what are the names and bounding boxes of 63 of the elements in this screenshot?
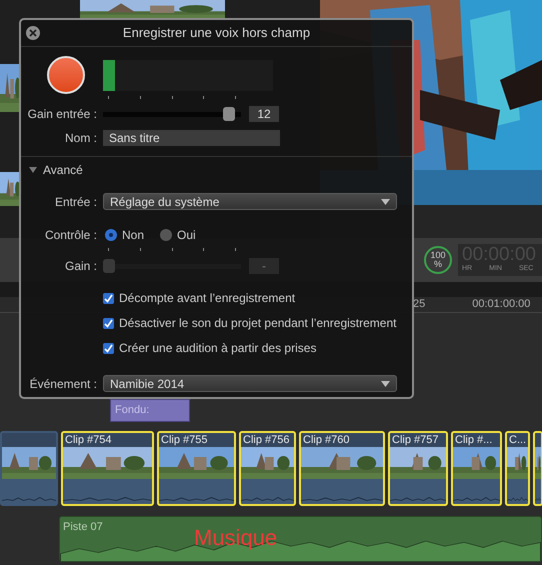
waveform-drawing — [535, 497, 541, 501]
video-clip[interactable]: Clip #754 — [61, 431, 154, 506]
tick-mark — [108, 248, 109, 251]
tick-mark — [140, 248, 141, 251]
clip-title: Clip #754 — [65, 433, 112, 448]
field-label: Événement : — [30, 376, 97, 392]
waveform-drawing — [507, 497, 528, 501]
dropdown[interactable]: Réglage du système — [103, 193, 397, 210]
clip-title: Clip #760 — [303, 433, 350, 448]
annotation-text: Musique — [194, 527, 278, 549]
clip-title: Clip #755 — [161, 433, 208, 448]
checkbox-option[interactable]: Décompte avant l’enregistrement — [103, 291, 412, 305]
radio-button[interactable] — [160, 229, 172, 241]
video-clip[interactable]: Clip #760 — [299, 431, 385, 506]
checkbox-option[interactable]: Créer une audition à partir des prises — [103, 341, 412, 355]
slider-thumb[interactable] — [222, 107, 235, 121]
dialog-title: Enregistrer une voix hors champ — [122, 24, 312, 42]
disclosure-down-icon[interactable] — [29, 166, 37, 174]
zoom-indicator: 100 % — [424, 246, 452, 274]
tick-mark — [235, 96, 236, 99]
video-clip[interactable]: Clip #757 — [388, 431, 448, 506]
close-icon[interactable] — [26, 26, 40, 40]
checkbox[interactable] — [103, 318, 114, 328]
field-label: Contrôle : — [44, 227, 97, 244]
checkbox[interactable] — [103, 342, 114, 354]
clip-title: Clip #756 — [243, 433, 290, 448]
radio-option[interactable]: Oui — [160, 226, 196, 244]
waveform-drawing — [2, 497, 56, 501]
caret-icon — [381, 380, 390, 386]
transition: Fondu: — [110, 399, 190, 422]
video-clip[interactable]: Clip #... — [451, 431, 502, 506]
dropdown[interactable]: Namibie 2014 — [103, 375, 397, 392]
clip-title: C... — [509, 433, 526, 448]
value-field[interactable]: 12 — [249, 106, 279, 122]
video-clip[interactable]: C... — [505, 431, 530, 506]
checkbox[interactable] — [103, 292, 114, 304]
field-label: Gain : — [64, 258, 97, 275]
clip-header — [535, 433, 541, 447]
clip-title: Clip #757 — [392, 433, 438, 448]
video-clip[interactable]: Clip #756 — [239, 431, 296, 506]
video-clip[interactable] — [0, 431, 58, 506]
tick-mark — [235, 248, 236, 251]
record-button[interactable] — [47, 56, 85, 94]
checkbox-option[interactable]: Désactiver le son du projet pendant l’enregistrement — [103, 316, 412, 330]
radio-option[interactable]: Non — [105, 226, 144, 244]
section-title: Avancé — [43, 162, 83, 179]
waveform-drawing — [453, 497, 500, 501]
audio-clip[interactable]: Piste 07 Musique — [59, 516, 542, 562]
waveform-drawing — [390, 497, 446, 501]
clip-header — [2, 433, 56, 447]
track-title: Piste 07 — [62, 520, 104, 535]
tick-mark — [108, 96, 109, 99]
field-label: Entrée : — [54, 194, 97, 210]
ruler-label: 00:01:00:00 — [472, 297, 530, 312]
waveform-drawing — [241, 497, 294, 501]
clip-title: Clip #... — [455, 433, 492, 448]
video-clip[interactable]: Clip #755 — [157, 431, 236, 506]
ruler-label: 25 — [413, 297, 426, 312]
radio-button[interactable] — [105, 229, 117, 241]
tick-mark — [140, 96, 141, 99]
field-label: Gain entrée : — [28, 106, 97, 123]
name-field[interactable]: Sans titre — [103, 130, 280, 146]
field-label: Nom : — [64, 130, 97, 147]
